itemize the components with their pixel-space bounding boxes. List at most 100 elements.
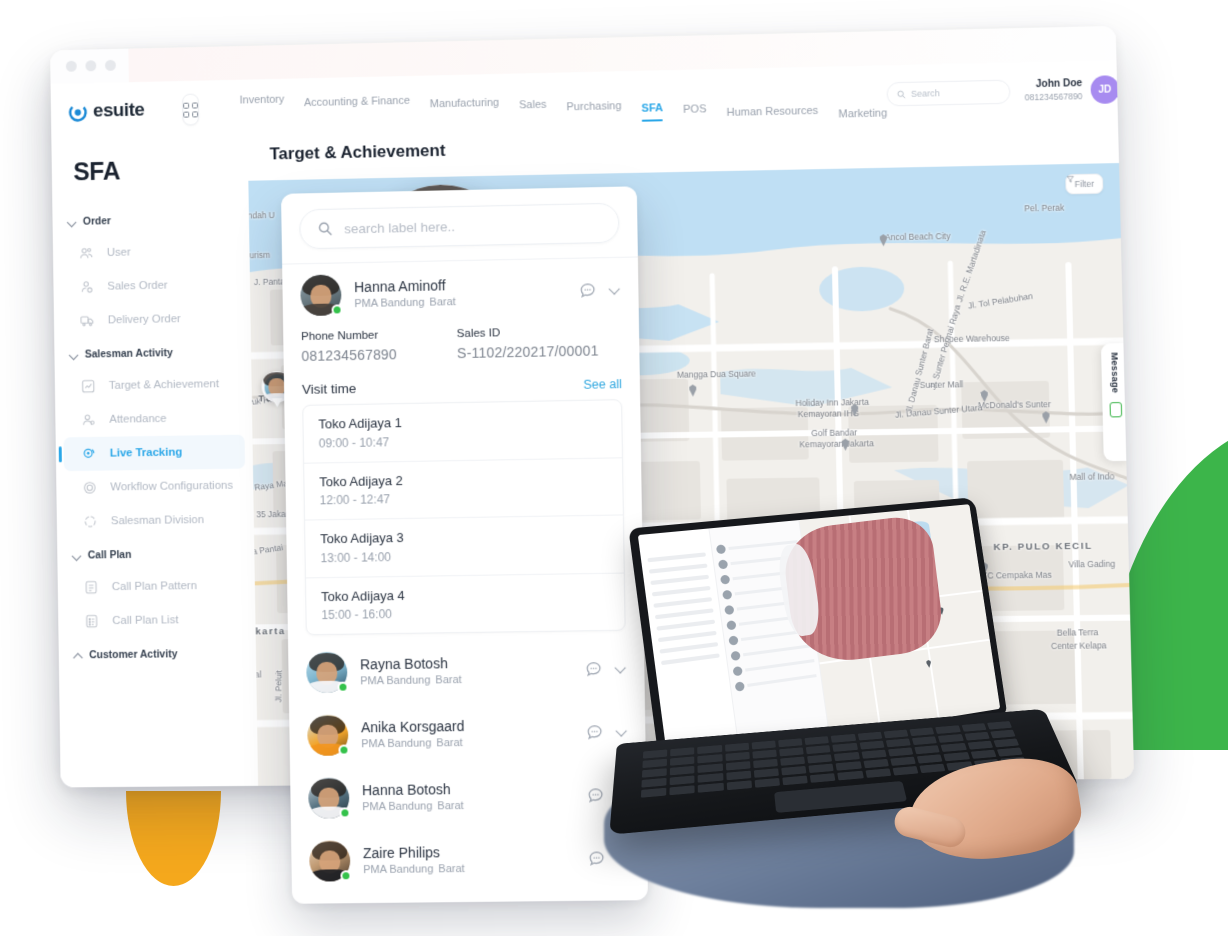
map-label: ve Ecotourism [248, 249, 271, 261]
user-menu[interactable]: John Doe 081234567890 JD [1024, 75, 1120, 105]
chat-bubble-icon[interactable] [584, 659, 603, 678]
detail-value: 081234567890 [301, 346, 398, 364]
avatar[interactable] [307, 714, 350, 756]
avatar[interactable] [309, 840, 352, 882]
list-item[interactable]: Anika Korsgaard PMA Bandung Barat [289, 700, 646, 768]
sidebar-item-label: Sales Order [107, 279, 168, 293]
avatar[interactable] [308, 777, 351, 819]
person-division: PMA Bandung Barat [362, 797, 573, 814]
chevron-down-icon [68, 218, 76, 226]
visit-item[interactable]: Toko Adijaya 3 13:00 - 14:00 [305, 515, 624, 578]
area-label: Barat [437, 799, 464, 812]
tab-inventory[interactable]: Inventory [240, 94, 285, 114]
map-label: Mall of Indo [1069, 471, 1115, 483]
message-icon [1109, 402, 1123, 418]
map-label: Pantai Indah U [248, 210, 275, 221]
truck-icon [79, 313, 95, 329]
sidebar-item-salesman-division[interactable]: Salesman Division [57, 502, 255, 539]
list-item[interactable]: Hanna Botosh PMA Bandung Barat [290, 763, 647, 830]
sidebar-item-attendance[interactable]: Attendance [55, 401, 252, 438]
visit-time-title: Visit time [301, 380, 357, 397]
sidebar-item-delivery-order[interactable]: Delivery Order [54, 301, 251, 338]
panel-search-area: search label here.. [281, 186, 638, 263]
person-info: Zaire Philips PMA Bandung Barat [363, 841, 574, 877]
map-label: Kemayoran Jakarta [799, 438, 875, 450]
division-label: PMA Bandung [360, 673, 431, 687]
avatar[interactable]: JD [1090, 75, 1120, 105]
tab-purchasing[interactable]: Purchasing [566, 100, 621, 120]
list-item[interactable]: Rayna Botosh PMA Bandung Barat [288, 636, 645, 704]
live-tracking-icon [81, 446, 97, 462]
global-search-input[interactable]: Search [886, 79, 1011, 107]
sidebar-group-call-plan[interactable]: Call Plan [57, 536, 255, 570]
brand-logo[interactable]: esuite [68, 99, 145, 123]
map-filter-button[interactable]: Filter [1065, 173, 1104, 195]
sidebar-item-call-plan-list[interactable]: Call Plan List [58, 602, 256, 638]
person-division: PMA Bandung Barat [360, 671, 571, 689]
search-input[interactable]: search label here.. [299, 202, 620, 250]
sidebar-item-label: Call Plan Pattern [111, 580, 197, 594]
poi-marker [1041, 411, 1050, 423]
sidebar-item-user[interactable]: User [53, 233, 250, 270]
chat-bubble-icon[interactable] [587, 848, 606, 867]
tab-sfa[interactable]: SFA [641, 102, 663, 121]
map-label: Pel. Perak [1024, 202, 1065, 214]
poi-marker [980, 390, 989, 402]
tab-manufacturing[interactable]: Manufacturing [430, 97, 500, 117]
search-icon [897, 89, 906, 98]
message-side-tab[interactable]: Message [1100, 343, 1131, 462]
search-icon [319, 222, 333, 236]
chat-bubble-icon[interactable] [585, 722, 604, 741]
division-label: PMA Bandung [362, 799, 433, 813]
detail-value: S-1102/220217/00001 [456, 342, 599, 362]
tab-pos[interactable]: POS [683, 103, 707, 123]
chat-bubble-icon[interactable] [586, 785, 605, 804]
maximize-dot[interactable] [104, 59, 116, 71]
area-label: Barat [429, 295, 456, 309]
list-document-icon [84, 613, 100, 629]
minimize-dot[interactable] [85, 60, 97, 72]
selected-person-row[interactable]: Hanna Aminoff PMA Bandung Barat [282, 257, 639, 327]
person-name: Zaire Philips [362, 843, 440, 861]
page-title: Target & Achievement [269, 140, 446, 164]
sidebar-item-live-tracking[interactable]: Live Tracking [63, 434, 246, 472]
avatar[interactable] [306, 651, 349, 694]
apps-grid-icon[interactable] [181, 93, 199, 126]
poi-marker [841, 439, 850, 451]
window-controls[interactable] [65, 59, 116, 72]
sidebar-item-label: User [106, 246, 131, 259]
user-meta: John Doe 081234567890 [1024, 78, 1083, 103]
person-name: Hanna Botosh [361, 780, 451, 798]
sidebar-item-workflow-configurations[interactable]: Workflow Configurations [56, 468, 253, 505]
visit-item[interactable]: Toko Adijaya 4 15:00 - 16:00 [306, 573, 625, 634]
sidebar-item-sales-order[interactable]: Sales Order [53, 267, 250, 304]
list-item[interactable]: Zaire Philips PMA Bandung Barat [291, 826, 648, 893]
close-dot[interactable] [65, 60, 77, 72]
division-label: PMA Bandung [354, 296, 425, 310]
tab-human-resources[interactable]: Human Resources [726, 105, 818, 126]
visit-item[interactable]: Toko Adijaya 1 09:00 - 10:47 [303, 400, 622, 464]
brand-name: esuite [92, 99, 145, 122]
sidebar-item-target-achievement[interactable]: Target & Achievement [55, 367, 252, 404]
poi-marker [850, 404, 859, 416]
sidebar-title: SFA [73, 157, 121, 187]
sidebar-group-order[interactable]: Order [52, 202, 249, 238]
area-label: Barat [436, 736, 463, 749]
sidebar-item-call-plan-pattern[interactable]: Call Plan Pattern [58, 568, 256, 604]
avatar[interactable] [300, 274, 343, 317]
map-label: Jl. Peluit [273, 670, 284, 703]
see-all-link[interactable]: See all [583, 377, 622, 392]
tab-sales[interactable]: Sales [519, 99, 547, 119]
sidebar-group-salesman-activity[interactable]: Salesman Activity [54, 335, 251, 370]
decorative-orange-halfcircle [126, 791, 221, 886]
visit-item[interactable]: Toko Adijaya 2 12:00 - 12:47 [304, 457, 623, 521]
laptop-photo [604, 497, 1112, 920]
sidebar-item-label: Call Plan List [112, 614, 179, 628]
division-icon [82, 514, 98, 530]
chat-bubble-icon[interactable] [578, 280, 597, 299]
chevron-down-icon[interactable] [610, 284, 620, 294]
visit-store-time: 13:00 - 14:00 [320, 549, 392, 565]
detail-label: Sales ID [456, 327, 501, 341]
tab-accounting-finance[interactable]: Accounting & Finance [304, 95, 410, 116]
sidebar-group-customer-activity[interactable]: Customer Activity [59, 636, 257, 670]
